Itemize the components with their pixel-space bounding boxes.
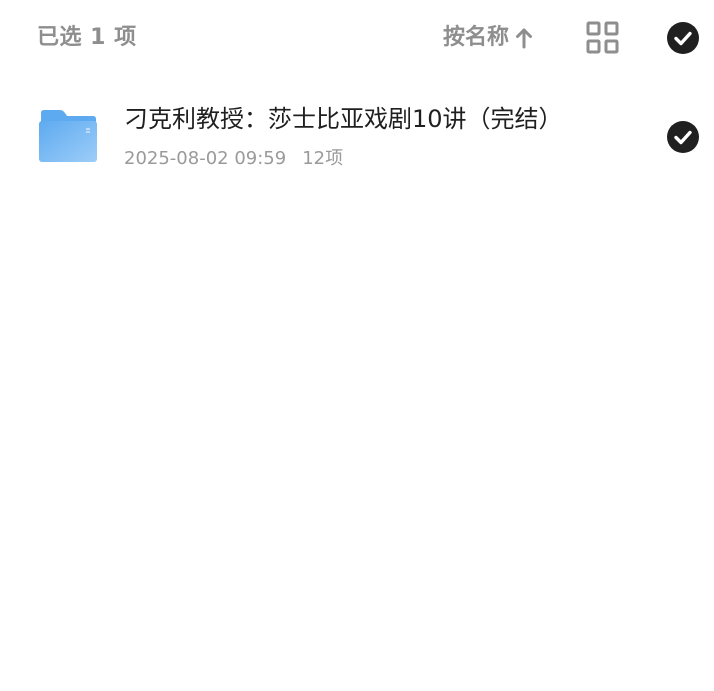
sort-by-name-button[interactable]: 按名称: [443, 22, 533, 54]
check-circle-icon: [674, 130, 692, 145]
file-modified-date: 2025-08-02 09:59: [124, 148, 287, 169]
folder-icon: [38, 109, 98, 163]
grid-view-toggle-button[interactable]: [586, 21, 619, 54]
grid-view-icon: [586, 21, 619, 54]
selection-toolbar: 已选 1 项 按名称: [0, 0, 714, 76]
selection-count-label: 已选 1 项: [37, 25, 137, 50]
item-select-checkbox[interactable]: [667, 121, 699, 153]
select-all-checkbox[interactable]: [667, 22, 699, 54]
file-list-item[interactable]: 刁克利教授：莎士比亚戏剧10讲（完结） 2025-08-02 09:59 12项: [0, 88, 714, 188]
check-circle-icon: [674, 31, 692, 46]
file-meta: 2025-08-02 09:59 12项: [124, 146, 343, 172]
file-item-count: 12项: [302, 148, 344, 169]
arrow-up-icon: [515, 27, 533, 49]
file-name: 刁克利教授：莎士比亚戏剧10讲（完结）: [124, 105, 563, 133]
file-selection-page: 已选 1 项 按名称 刁克利教授：莎士比亚戏剧10讲（完结） 2025-08-0…: [0, 0, 714, 691]
sort-label: 按名称: [443, 25, 510, 50]
